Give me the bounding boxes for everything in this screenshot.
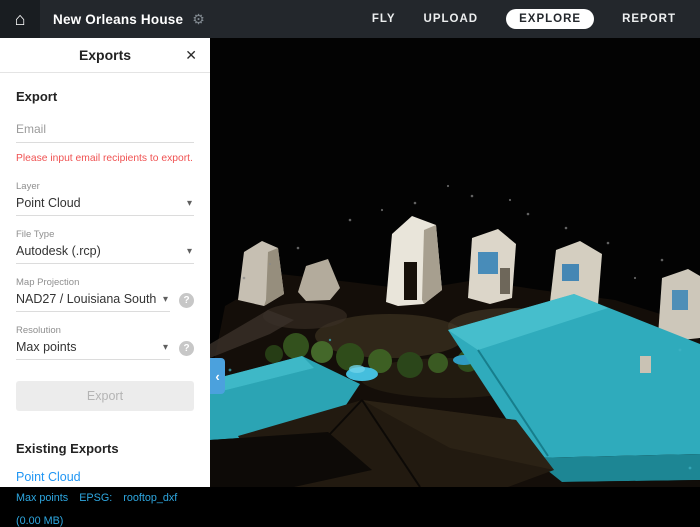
point-cloud-render	[210, 38, 700, 487]
file-type-value: Autodesk (.rcp)	[16, 244, 101, 258]
panel-collapse-tab[interactable]: ‹	[210, 358, 225, 394]
exports-panel: Exports ✕ Export Please input email reci…	[0, 38, 210, 487]
point-cloud-viewport[interactable]	[210, 38, 700, 487]
email-input[interactable]	[16, 118, 194, 143]
close-icon[interactable]: ✕	[185, 47, 197, 64]
existing-exports-heading: Existing Exports	[16, 441, 194, 456]
nav-fly[interactable]: FLY	[372, 13, 396, 25]
map-projection-field: Map Projection NAD27 / Louisiana South ▾…	[16, 277, 194, 312]
existing-export-details[interactable]: Max points EPSG: rooftop_dxf (0.00 MB)	[16, 492, 194, 527]
panel-title: Exports	[79, 47, 131, 63]
top-nav: FLY UPLOAD EXPLORE REPORT	[372, 9, 700, 29]
existing-export-name-link[interactable]: Point Cloud	[16, 470, 194, 484]
chevron-down-icon: ▾	[163, 294, 168, 305]
file-type-label: File Type	[16, 229, 194, 240]
resolution-label: Resolution	[16, 325, 170, 336]
chevron-down-icon: ▾	[163, 342, 168, 353]
home-button[interactable]: ⌂	[0, 0, 40, 38]
export-epsg: EPSG:	[79, 492, 112, 504]
export-filename: rooftop_dxf	[123, 492, 177, 504]
nav-upload[interactable]: UPLOAD	[424, 13, 479, 25]
map-projection-label: Map Projection	[16, 277, 170, 288]
collapse-arrow-icon: ‹	[215, 369, 219, 384]
layer-value: Point Cloud	[16, 196, 81, 210]
map-projection-select[interactable]: NAD27 / Louisiana South ▾	[16, 290, 170, 312]
export-resolution: Max points	[16, 492, 68, 504]
layer-label: Layer	[16, 181, 194, 192]
chevron-down-icon: ▾	[187, 246, 192, 257]
help-icon[interactable]: ?	[179, 293, 194, 308]
export-filesize: (0.00 MB)	[16, 515, 63, 527]
home-icon: ⌂	[15, 9, 26, 30]
resolution-select[interactable]: Max points ▾	[16, 338, 170, 360]
layer-field: Layer Point Cloud ▾	[16, 181, 194, 216]
email-error-message: Please input email recipients to export.	[16, 152, 194, 165]
resolution-value: Max points	[16, 340, 76, 354]
help-icon[interactable]: ?	[179, 341, 194, 356]
chevron-down-icon: ▾	[187, 198, 192, 209]
export-heading: Export	[16, 89, 194, 104]
project-title: New Orleans House	[53, 12, 183, 27]
existing-exports-section: Existing Exports Point Cloud Max points …	[16, 441, 194, 527]
map-projection-value: NAD27 / Louisiana South	[16, 292, 156, 306]
layer-select[interactable]: Point Cloud ▾	[16, 194, 194, 216]
file-type-select[interactable]: Autodesk (.rcp) ▾	[16, 242, 194, 264]
panel-header: Exports ✕	[0, 38, 210, 73]
export-button[interactable]: Export	[16, 381, 194, 411]
resolution-field: Resolution Max points ▾ ?	[16, 325, 194, 360]
nav-explore[interactable]: EXPLORE	[506, 9, 594, 29]
nav-report[interactable]: REPORT	[622, 13, 676, 25]
file-type-field: File Type Autodesk (.rcp) ▾	[16, 229, 194, 264]
top-bar: ⌂ New Orleans House ⚙ FLY UPLOAD EXPLORE…	[0, 0, 700, 38]
gear-icon[interactable]: ⚙	[192, 11, 205, 28]
